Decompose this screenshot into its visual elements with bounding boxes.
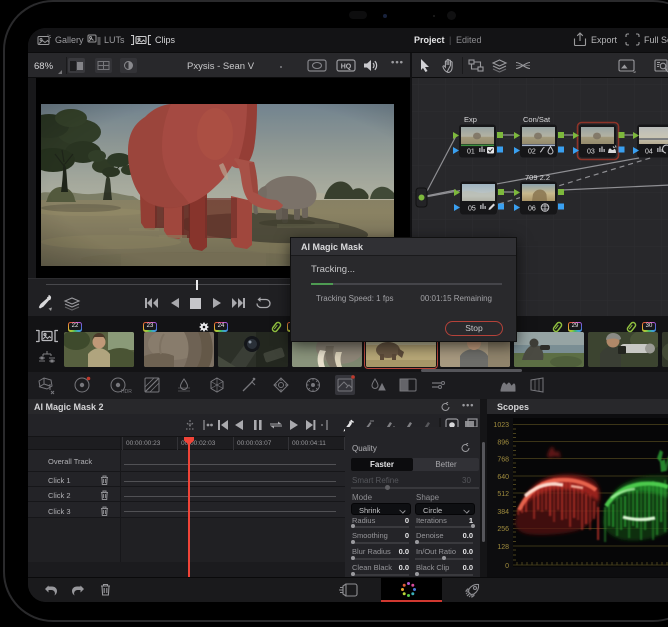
svg-text:768: 768 <box>497 457 509 464</box>
svg-text:HDR: HDR <box>121 389 132 395</box>
svg-text:384: 384 <box>497 509 509 516</box>
svg-text:Exp: Exp <box>464 115 477 124</box>
svg-text:01: 01 <box>467 149 475 156</box>
svg-text:Con/Sat: Con/Sat <box>523 115 551 124</box>
svg-text:896: 896 <box>497 440 509 447</box>
svg-text:256: 256 <box>497 526 509 533</box>
svg-text:04: 04 <box>645 149 653 156</box>
svg-text:HQ: HQ <box>341 64 352 71</box>
svg-text:1023: 1023 <box>493 422 509 429</box>
svg-text:709 2.2: 709 2.2 <box>525 173 550 182</box>
svg-text:128: 128 <box>497 544 509 551</box>
svg-text:06: 06 <box>528 206 536 213</box>
svg-text:03: 03 <box>587 149 595 156</box>
svg-text:02: 02 <box>528 149 536 156</box>
svg-text:05: 05 <box>468 206 476 213</box>
svg-text:0: 0 <box>505 563 509 570</box>
svg-text:640: 640 <box>497 474 509 481</box>
svg-text:512: 512 <box>497 491 509 498</box>
